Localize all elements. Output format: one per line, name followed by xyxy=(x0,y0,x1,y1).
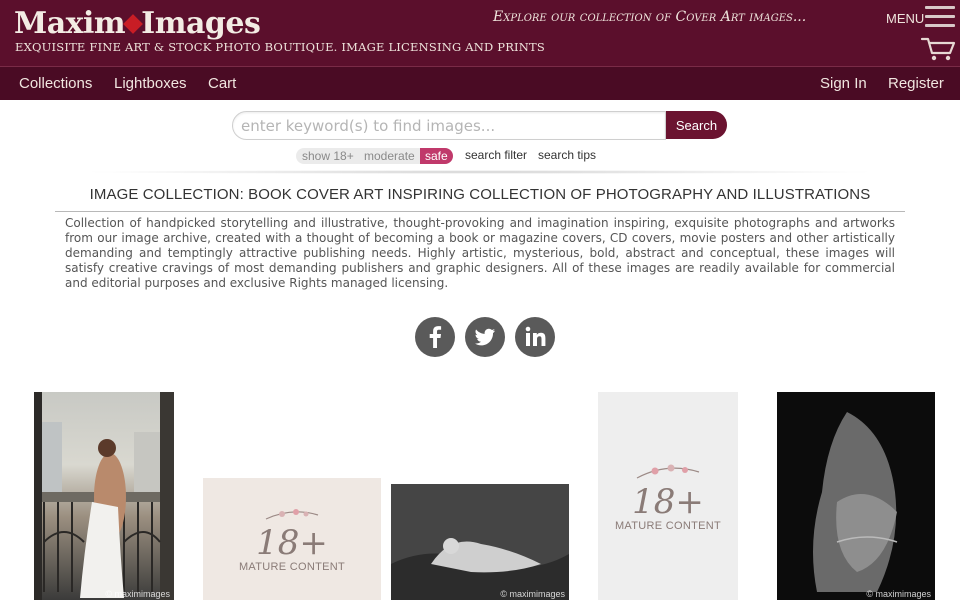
gallery-thumb-4[interactable]: 18+ MATURE CONTENT xyxy=(598,392,738,600)
title-rule xyxy=(55,211,905,212)
site-header: Maxim Images EXQUISITE FINE ART & STOCK P… xyxy=(0,0,960,66)
facebook-icon xyxy=(429,326,442,348)
mature-content-overlay: 18+ MATURE CONTENT xyxy=(598,392,738,600)
facebook-share-button[interactable] xyxy=(415,317,455,357)
explore-banner: Explore our collection of Cover Art imag… xyxy=(493,9,807,25)
watermark: © maximimages xyxy=(105,589,170,599)
site-tagline: EXQUISITE FINE ART & STOCK PHOTO BOUTIQU… xyxy=(15,40,546,54)
section-divider xyxy=(80,170,880,174)
nav-lightboxes[interactable]: Lightboxes xyxy=(114,75,187,92)
menu-label[interactable]: MENU xyxy=(886,11,924,26)
watermark: © maximimages xyxy=(500,589,565,599)
gallery-photo-5 xyxy=(777,392,935,600)
filter-safe[interactable]: safe xyxy=(420,148,453,164)
cherry-blossom-icon xyxy=(265,509,319,520)
main-nav: Collections Lightboxes Cart Sign In Regi… xyxy=(0,66,960,100)
gallery-thumb-1[interactable]: © maximimages xyxy=(34,392,174,600)
gallery-thumb-3[interactable]: © maximimages xyxy=(391,484,569,600)
nav-cart[interactable]: Cart xyxy=(208,75,236,92)
mature-label-big: 18+ xyxy=(256,523,328,563)
site-logo[interactable]: Maxim Images xyxy=(14,6,261,42)
nav-register[interactable]: Register xyxy=(888,75,944,92)
search-filter-link[interactable]: search filter xyxy=(465,148,527,162)
search-box xyxy=(232,111,666,140)
twitter-share-button[interactable] xyxy=(465,317,505,357)
nav-sign-in[interactable]: Sign In xyxy=(820,75,867,92)
twitter-icon xyxy=(474,328,495,346)
gallery-photo-1 xyxy=(34,392,174,600)
collection-description: Collection of handpicked storytelling an… xyxy=(65,216,895,290)
gallery-photo-3 xyxy=(391,484,569,600)
mature-label-small: MATURE CONTENT xyxy=(238,561,346,573)
filter-moderate[interactable]: moderate xyxy=(360,148,420,164)
logo-text-right: Images xyxy=(141,6,261,41)
linkedin-share-button[interactable] xyxy=(515,317,555,357)
search-button[interactable]: Search xyxy=(666,111,727,139)
logo-text-left: Maxim xyxy=(14,6,126,41)
hamburger-menu-icon[interactable] xyxy=(925,6,955,28)
nav-collections[interactable]: Collections xyxy=(19,75,92,92)
linkedin-icon xyxy=(525,326,546,346)
mature-content-overlay: 18+ MATURE CONTENT xyxy=(203,478,381,600)
search-tips-link[interactable]: search tips xyxy=(538,148,596,162)
search-input[interactable] xyxy=(241,115,656,137)
mature-label-big: 18+ xyxy=(632,482,704,522)
cherry-blossom-icon xyxy=(636,464,700,479)
shopping-cart-icon[interactable] xyxy=(920,36,956,62)
gallery-thumb-5[interactable]: © maximimages xyxy=(777,392,935,600)
mature-label-small: MATURE CONTENT xyxy=(614,520,722,532)
page-title: IMAGE COLLECTION: BOOK COVER ART INSPIRI… xyxy=(89,186,871,203)
gallery-thumb-2[interactable]: 18+ MATURE CONTENT xyxy=(203,478,381,600)
filter-show18[interactable]: show 18+ xyxy=(296,148,364,164)
watermark: © maximimages xyxy=(866,589,931,599)
